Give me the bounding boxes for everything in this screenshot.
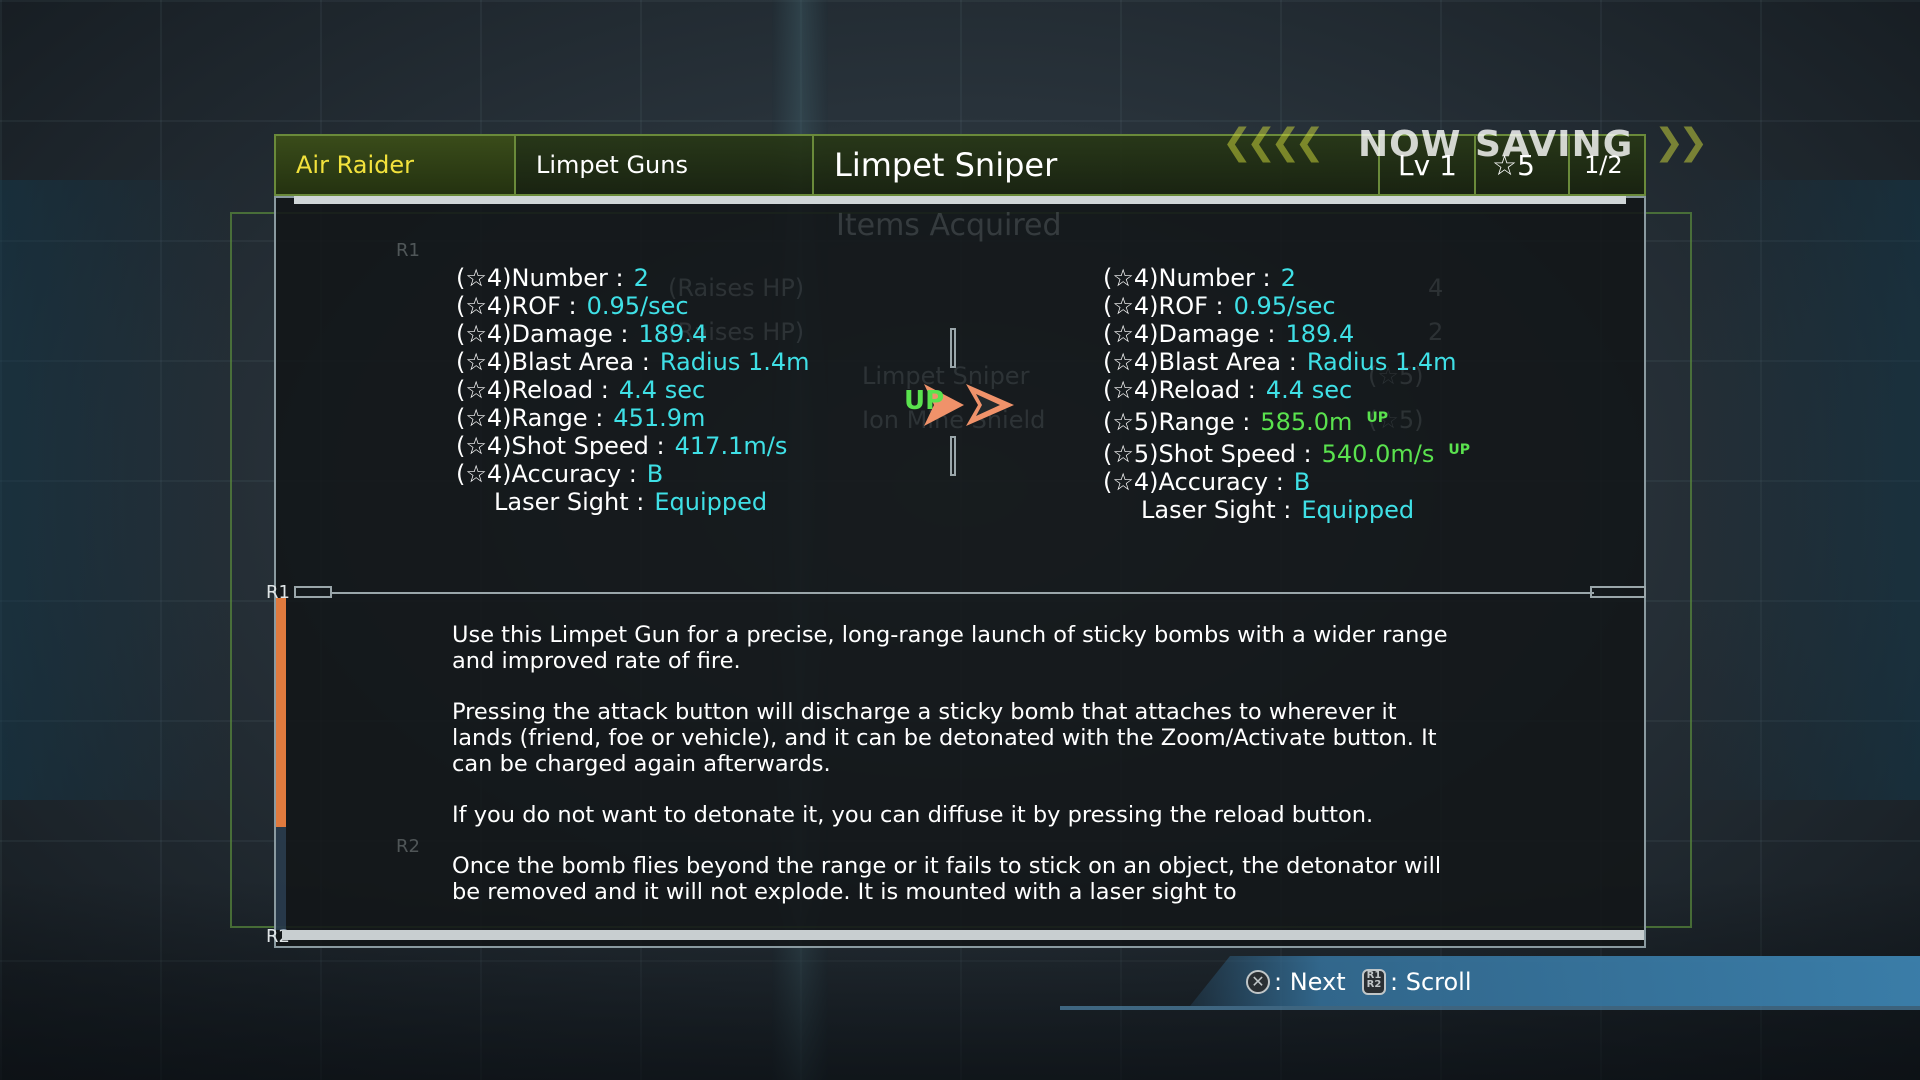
stat-row-accuracy: (☆4)Accuracy : B xyxy=(456,460,810,488)
stat-value: 189.4 xyxy=(638,320,708,348)
stat-up-badge: UP xyxy=(1448,442,1470,458)
arrow-connector-top xyxy=(950,328,956,368)
stat-value: Equipped xyxy=(654,488,768,516)
next-prompt-label: : Next xyxy=(1274,968,1346,996)
stat-label: (☆4)Accuracy : xyxy=(1103,468,1284,496)
stat-row-laser-sight: Laser Sight : Equipped xyxy=(1103,496,1470,524)
stat-value: 2 xyxy=(1280,264,1296,292)
description-paragraph: Pressing the attack button will discharg… xyxy=(452,699,1437,777)
stat-value: B xyxy=(646,460,664,488)
stat-label: Laser Sight : xyxy=(494,488,645,516)
stat-row-reload: (☆4)Reload : 4.4 sec xyxy=(456,376,810,404)
stat-row-damage: (☆4)Damage : 189.4 xyxy=(456,320,810,348)
description-scrollbar-thumb[interactable] xyxy=(276,598,286,828)
stat-row-number: (☆4)Number : 2 xyxy=(1103,264,1470,292)
stat-value: 585.0m xyxy=(1260,408,1353,436)
background-world-map-right xyxy=(1680,180,1920,800)
description-paragraph: Once the bomb flies beyond the range or … xyxy=(452,853,1442,905)
stat-row-laser-sight: Laser Sight : Equipped xyxy=(456,488,810,516)
upgrade-arrow: UP xyxy=(904,380,1024,430)
stat-label: (☆4)Range : xyxy=(456,404,604,432)
upgrade-up-label: UP xyxy=(904,386,945,416)
stat-label: (☆4)Accuracy : xyxy=(456,460,637,488)
stat-label: (☆5)Range : xyxy=(1103,408,1251,436)
r2-background-label: R2 xyxy=(396,836,420,857)
description-paragraph: Use this Limpet Gun for a precise, long-… xyxy=(452,622,1448,674)
stat-value: Radius 1.4m xyxy=(659,348,810,376)
divider-cap-right xyxy=(1590,586,1646,598)
scroll-prompt[interactable]: R1 R2 : Scroll xyxy=(1362,968,1472,996)
arrow-connector-bottom xyxy=(950,436,956,476)
stat-value: 540.0m/s xyxy=(1321,440,1435,468)
class-name: Air Raider xyxy=(296,151,414,179)
stat-row-range: (☆4)Range : 451.9m xyxy=(456,404,810,432)
cross-button-icon: ✕ xyxy=(1246,970,1270,994)
saving-arrows-right-icon: ❯❯ xyxy=(1654,122,1708,163)
stat-value: Radius 1.4m xyxy=(1306,348,1457,376)
stat-label: (☆4)Number : xyxy=(456,264,624,292)
tab-class[interactable]: Air Raider xyxy=(276,136,516,194)
divider-cap-left xyxy=(294,586,332,598)
r1-r2-button-icon: R1 R2 xyxy=(1362,969,1386,995)
stat-row-blast-area: (☆4)Blast Area : Radius 1.4m xyxy=(456,348,810,376)
description-paragraph: If you do not want to detonate it, you c… xyxy=(452,802,1374,828)
category-name: Limpet Guns xyxy=(536,151,688,179)
tab-category[interactable]: Limpet Guns xyxy=(516,136,814,194)
weapon-description: Use this Limpet Gun for a precise, long-… xyxy=(452,622,1452,930)
stat-value: 2 xyxy=(633,264,649,292)
background-panel-title: Items Acquired xyxy=(836,208,1062,243)
stat-label: (☆4)Reload : xyxy=(456,376,609,404)
stat-value: 417.1m/s xyxy=(674,432,788,460)
stat-row-damage: (☆4)Damage : 189.4 xyxy=(1103,320,1470,348)
current-stats-list: (☆4)Number : 2 (☆4)ROF : 0.95/sec (☆4)Dama… xyxy=(456,264,810,516)
section-divider xyxy=(330,592,1594,594)
stat-label: (☆4)Number : xyxy=(1103,264,1271,292)
stat-row-range: (☆5)Range : 585.0m UP xyxy=(1103,404,1470,436)
stat-label: (☆4)Damage : xyxy=(1103,320,1276,348)
stat-label: Laser Sight : xyxy=(1141,496,1292,524)
stat-value: 4.4 sec xyxy=(618,376,706,404)
stat-value: Equipped xyxy=(1301,496,1415,524)
stat-label: (☆4)ROF : xyxy=(456,292,577,320)
r1-background-label: R1 xyxy=(396,240,420,261)
stat-row-accuracy: (☆4)Accuracy : B xyxy=(1103,468,1470,496)
now-saving-indicator: NOW SAVING xyxy=(1358,124,1634,165)
stat-row-blast-area: (☆4)Blast Area : Radius 1.4m xyxy=(1103,348,1470,376)
stat-row-shot-speed: (☆5)Shot Speed : 540.0m/s UP xyxy=(1103,436,1470,468)
background-world-map-left xyxy=(0,180,240,800)
stat-row-rof: (☆4)ROF : 0.95/sec xyxy=(1103,292,1470,320)
stat-value: B xyxy=(1293,468,1311,496)
button-prompt-stripe xyxy=(1060,1006,1920,1010)
stat-up-badge: UP xyxy=(1366,410,1389,426)
next-prompt[interactable]: ✕ : Next xyxy=(1246,968,1346,996)
stat-value: 189.4 xyxy=(1285,320,1355,348)
stat-label: (☆4)Blast Area : xyxy=(1103,348,1297,376)
stat-label: (☆4)ROF : xyxy=(1103,292,1224,320)
stat-value: 0.95/sec xyxy=(1233,292,1336,320)
stat-row-rof: (☆4)ROF : 0.95/sec xyxy=(456,292,810,320)
stat-label: (☆4)Blast Area : xyxy=(456,348,650,376)
stat-value: 0.95/sec xyxy=(586,292,689,320)
stat-row-number: (☆4)Number : 2 xyxy=(456,264,810,292)
panel-bottom-rule xyxy=(282,930,1644,940)
saving-arrows-left-icon: ❮❮❮❮ xyxy=(1222,122,1325,163)
new-stats-list: (☆4)Number : 2 (☆4)ROF : 0.95/sec (☆4)Dama… xyxy=(1103,264,1470,524)
stat-label: (☆4)Reload : xyxy=(1103,376,1256,404)
stat-label: (☆5)Shot Speed : xyxy=(1103,440,1312,468)
stat-row-shot-speed: (☆4)Shot Speed : 417.1m/s xyxy=(456,432,810,460)
panel-top-rule xyxy=(294,196,1626,204)
stat-label: (☆4)Damage : xyxy=(456,320,629,348)
stat-value: 451.9m xyxy=(613,404,706,432)
scroll-prompt-label: : Scroll xyxy=(1390,968,1472,996)
stat-label: (☆4)Shot Speed : xyxy=(456,432,665,460)
stat-value: 4.4 sec xyxy=(1265,376,1353,404)
stat-row-reload: (☆4)Reload : 4.4 sec xyxy=(1103,376,1470,404)
